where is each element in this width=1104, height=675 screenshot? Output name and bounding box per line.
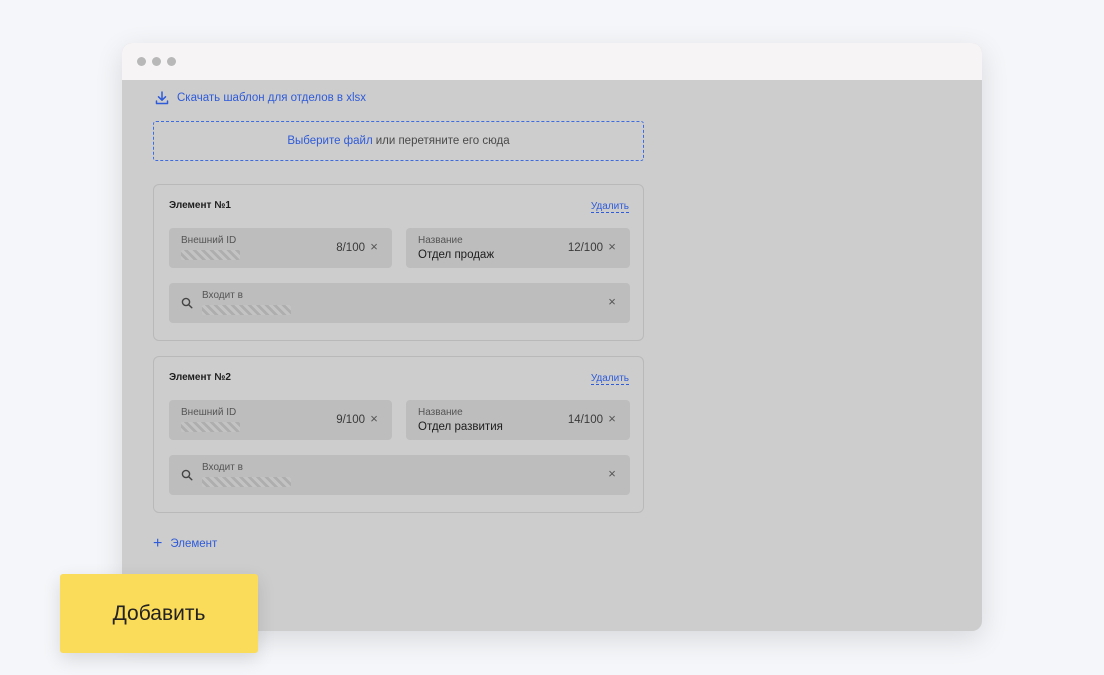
name-label: Название — [418, 407, 463, 418]
parent-label: Входит в — [202, 290, 243, 301]
blurred-value — [202, 305, 291, 315]
dropzone-hint: или перетяните его сюда — [375, 135, 510, 147]
name-field[interactable]: Название Отдел развития 14/100 × — [406, 400, 630, 440]
add-element-label: Элемент — [170, 538, 218, 550]
parent-search-field[interactable]: Входит в × — [169, 283, 630, 323]
blurred-value — [181, 422, 240, 432]
element-card-2: Элемент №2 Удалить Внешний ID 9/100 × На… — [153, 356, 644, 513]
name-label: Название — [418, 235, 463, 246]
search-icon — [181, 297, 193, 309]
page-content: Скачать шаблон для отделов в xlsx Выбери… — [122, 80, 982, 631]
name-value: Отдел продаж — [418, 249, 495, 261]
background-frame: Скачать шаблон для отделов в xlsx Выбери… — [0, 0, 1104, 675]
window-control-dot[interactable] — [167, 57, 176, 66]
delete-element-button[interactable]: Удалить — [590, 201, 629, 213]
clear-icon[interactable]: × — [606, 467, 618, 481]
clear-icon[interactable]: × — [368, 240, 380, 254]
choose-file-link[interactable]: Выберите файл — [287, 135, 372, 147]
clear-icon[interactable]: × — [606, 412, 618, 426]
char-counter: 12/100 — [567, 242, 603, 254]
element-card-1: Элемент №1 Удалить Внешний ID 8/100 × На… — [153, 184, 644, 341]
char-counter: 8/100 — [336, 242, 365, 254]
clear-icon[interactable]: × — [606, 295, 618, 309]
char-counter: 14/100 — [567, 414, 603, 426]
window-titlebar — [122, 43, 982, 80]
window-control-dot[interactable] — [152, 57, 161, 66]
parent-label: Входит в — [202, 462, 243, 473]
clear-icon[interactable]: × — [368, 412, 380, 426]
browser-window: Скачать шаблон для отделов в xlsx Выбери… — [122, 43, 982, 631]
delete-element-button[interactable]: Удалить — [590, 373, 629, 385]
name-field[interactable]: Название Отдел продаж 12/100 × — [406, 228, 630, 268]
search-icon — [181, 469, 193, 481]
element-title: Элемент №2 — [169, 372, 231, 383]
add-button[interactable]: Добавить — [60, 574, 258, 653]
blurred-value — [181, 250, 240, 260]
add-element-button[interactable]: + Элемент — [153, 535, 218, 552]
char-counter: 9/100 — [336, 414, 365, 426]
download-icon — [155, 91, 169, 105]
window-control-dot[interactable] — [137, 57, 146, 66]
element-title: Элемент №1 — [169, 200, 231, 211]
external-id-field[interactable]: Внешний ID 9/100 × — [169, 400, 392, 440]
parent-search-field[interactable]: Входит в × — [169, 455, 630, 495]
download-template-link[interactable]: Скачать шаблон для отделов в xlsx — [154, 90, 366, 106]
blurred-value — [202, 477, 291, 487]
file-dropzone[interactable]: Выберите файл или перетяните его сюда — [153, 121, 644, 161]
download-template-label: Скачать шаблон для отделов в xlsx — [177, 92, 367, 104]
clear-icon[interactable]: × — [606, 240, 618, 254]
external-id-label: Внешний ID — [181, 235, 237, 246]
name-value: Отдел развития — [418, 421, 503, 433]
plus-icon: + — [153, 535, 163, 552]
external-id-field[interactable]: Внешний ID 8/100 × — [169, 228, 392, 268]
external-id-label: Внешний ID — [181, 407, 237, 418]
